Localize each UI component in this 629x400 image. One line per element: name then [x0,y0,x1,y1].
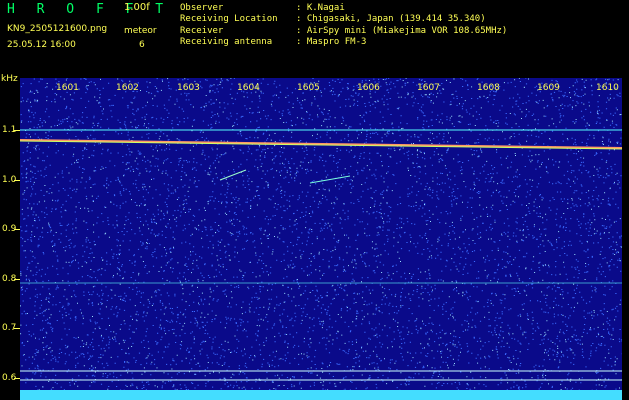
header-panel: H R O F F T 1.00f KN9_2505121600.png met… [0,0,629,78]
meteor-echo [219,169,247,181]
x-label: 1603 [177,83,200,93]
y-axis-unit: kHz [1,74,18,84]
x-label: 1606 [357,83,380,93]
meteor-label: meteor [124,26,157,36]
x-label: 1609 [537,83,560,93]
field-label-receiver: Receiver [180,26,224,36]
x-label: 1604 [237,83,260,93]
signal-trace-highlight [20,140,622,150]
field-label-observer: Observer [180,3,224,13]
x-label: 1602 [116,83,139,93]
noise-speckle-bright [20,78,622,400]
meteor-count: 6 [139,40,145,50]
version-label: 1.00f [124,2,150,13]
field-label-antenna: Receiving antenna [180,37,273,47]
field-value-receiver: : AirSpy mini (Miakejima VOR 108.65MHz) [296,26,508,36]
x-label: 1605 [297,83,320,93]
spectrogram-canvas [20,78,622,400]
x-label: 1610 [596,83,619,93]
field-value-antenna: : Maspro FM-3 [296,37,367,47]
meteor-echo [309,175,351,184]
x-label: 1607 [417,83,440,93]
noise-floor-bar [20,390,622,400]
x-label: 1601 [56,83,79,93]
field-label-location: Receiving Location [180,14,278,24]
spectrogram [20,78,622,400]
noise-speckle [20,78,622,400]
filename: KN9_2505121600.png [7,24,108,34]
datetime: 25.05.12 16:00 [7,40,76,50]
x-label: 1608 [477,83,500,93]
field-value-observer: : K.Nagai [296,3,345,13]
signal-trace [20,139,622,149]
field-value-location: : Chigasaki, Japan (139.414 35.340) [296,14,486,24]
